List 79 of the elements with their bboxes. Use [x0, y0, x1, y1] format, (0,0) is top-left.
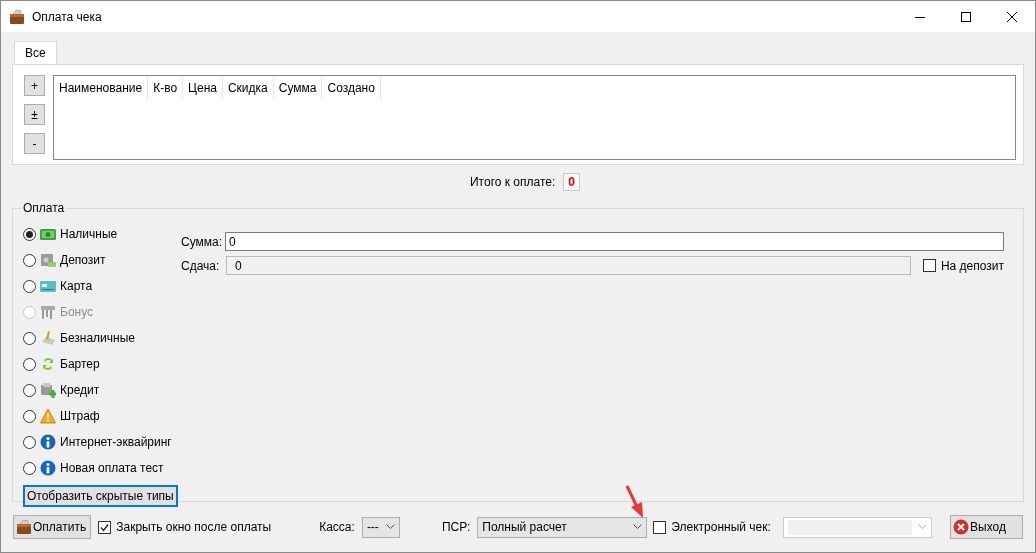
psr-label: ПСР: — [441, 520, 471, 534]
pay-button[interactable]: Оплатить — [13, 515, 92, 539]
column-header[interactable]: Скидка — [222, 76, 274, 100]
total-value: 0 — [563, 173, 580, 191]
radio-button[interactable] — [23, 461, 36, 475]
radio-button[interactable] — [23, 279, 36, 293]
wallet-icon — [9, 8, 25, 25]
option-label: Интернет-эквайринг — [60, 435, 172, 449]
maximize-icon — [961, 11, 971, 22]
add-button[interactable]: + — [24, 75, 45, 96]
tab[interactable]: Все — [14, 41, 57, 64]
remove-button[interactable]: - — [24, 133, 45, 154]
radio-button[interactable] — [23, 227, 36, 241]
column-header[interactable]: Цена — [183, 76, 223, 100]
option-label: Штраф — [60, 409, 100, 423]
payment-option[interactable]: Бартер — [23, 351, 181, 377]
window-title: Оплата чека — [32, 9, 102, 24]
close-circle-icon — [953, 519, 969, 535]
change-field[interactable]: 0 — [226, 256, 911, 275]
cash-icon — [40, 226, 56, 242]
column-header[interactable]: Наименование — [54, 76, 149, 100]
payment-option[interactable]: Новая оплата тест — [23, 455, 181, 481]
psr-dropdown[interactable]: Полный расчет — [477, 516, 648, 538]
checkbox-label: Электронный чек: — [671, 520, 771, 534]
register-plus-icon — [40, 382, 56, 398]
checkbox-label: Закрыть окно после оплаты — [116, 520, 272, 534]
payment-option[interactable]: Депозит — [23, 247, 181, 273]
option-label: Бартер — [60, 357, 100, 371]
column-header[interactable]: Сумма — [273, 76, 323, 100]
radio-button[interactable] — [23, 357, 36, 371]
option-label: Наличные — [60, 227, 118, 241]
exit-button[interactable]: Выход — [950, 515, 1023, 539]
close-icon — [1007, 11, 1017, 22]
warning-icon — [40, 408, 56, 424]
option-label: Карта — [60, 279, 93, 293]
radio-button[interactable] — [23, 435, 36, 449]
chevron-down-icon — [917, 524, 927, 530]
radio-button[interactable] — [23, 253, 36, 267]
payment-option[interactable]: Кредит — [23, 377, 181, 403]
option-label: Депозит — [60, 253, 106, 267]
payment-option[interactable]: Безналичные — [23, 325, 181, 351]
check-icon — [100, 522, 110, 532]
chevron-down-icon — [633, 524, 643, 530]
checkbox-label: На депозит — [940, 258, 1004, 273]
arrow-drawing — [625, 485, 645, 519]
checkbox[interactable] — [653, 520, 667, 534]
info-icon — [40, 434, 56, 450]
payment-option[interactable]: Штраф — [23, 403, 181, 429]
card-icon — [40, 278, 56, 294]
safe-icon — [40, 252, 56, 268]
payment-option[interactable]: Интернет-эквайринг — [23, 429, 181, 455]
column-header[interactable]: К-во — [148, 76, 184, 100]
pen-icon — [40, 330, 56, 346]
total-label: Итого к оплате: — [470, 175, 556, 189]
register-label: Касса: — [319, 520, 355, 534]
payment-option[interactable]: Наличные — [23, 221, 181, 247]
radio-button[interactable] — [23, 409, 36, 423]
change-label: Сдача: — [181, 258, 219, 273]
payment-option[interactable]: Карта — [23, 273, 181, 299]
checkbox[interactable] — [922, 259, 936, 272]
wallet-icon — [16, 519, 32, 535]
info-icon — [40, 460, 56, 476]
sum-field[interactable]: 0 — [225, 232, 1004, 251]
sum-label: Сумма: — [181, 234, 219, 249]
radio-button[interactable] — [23, 383, 36, 397]
radio-button[interactable] — [23, 331, 36, 345]
option-label: Кредит — [60, 383, 100, 397]
option-label: Бонус — [60, 305, 94, 319]
show-hidden-button[interactable]: Отобразить скрытые типы — [23, 485, 178, 507]
register-dropdown[interactable]: --- — [361, 516, 400, 538]
option-label: Безналичные — [60, 331, 135, 345]
group-title: Оплата — [22, 201, 66, 215]
chevron-down-icon — [385, 524, 395, 530]
checkbox[interactable] — [98, 520, 112, 534]
adjust-button[interactable]: ± — [24, 104, 45, 125]
ticket-icon — [40, 304, 56, 320]
option-label: Новая оплата тест — [60, 461, 164, 475]
exchange-icon — [40, 356, 56, 372]
column-header[interactable]: Создано — [322, 76, 381, 100]
